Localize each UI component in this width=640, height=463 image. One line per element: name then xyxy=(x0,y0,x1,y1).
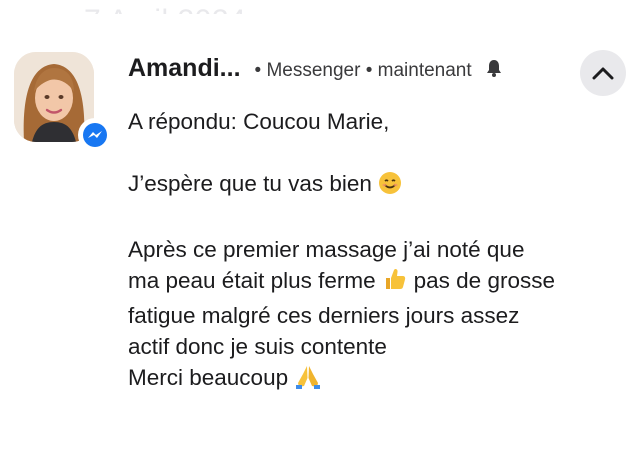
bell-icon xyxy=(484,58,504,83)
notification-header: Amandi... • Messenger • maintenant xyxy=(128,54,504,88)
message-line: J’espère que tu vas bien xyxy=(128,168,638,203)
folded-hands-emoji xyxy=(294,363,322,397)
thumbs-up-emoji xyxy=(382,266,408,300)
message-line: actif donc je suis contente xyxy=(128,334,387,359)
message-body: A répondu: Coucou Marie, J’espère que tu… xyxy=(128,106,638,397)
app-and-time: • Messenger • maintenant xyxy=(254,60,472,81)
notification-card[interactable]: Amandi... • Messenger • maintenant A rép… xyxy=(0,14,640,463)
lock-screen: ← 7 Avril 2024 xyxy=(0,0,640,463)
sender-name: Amandi... xyxy=(128,54,241,82)
message-line: ma peau était plus ferme pas de grosse xyxy=(128,265,638,300)
chevron-up-icon xyxy=(592,67,614,80)
avatar-container xyxy=(14,52,112,152)
message-line: Après ce premier massage j’ai noté que xyxy=(128,237,525,262)
message-line: fatigue malgré ces derniers jours assez xyxy=(128,303,520,328)
smiling-face-emoji xyxy=(378,171,402,203)
message-line: A répondu: Coucou Marie, xyxy=(128,109,390,134)
messenger-icon xyxy=(78,118,112,152)
message-line: Merci beaucoup xyxy=(128,362,638,397)
collapse-button[interactable] xyxy=(580,50,626,96)
